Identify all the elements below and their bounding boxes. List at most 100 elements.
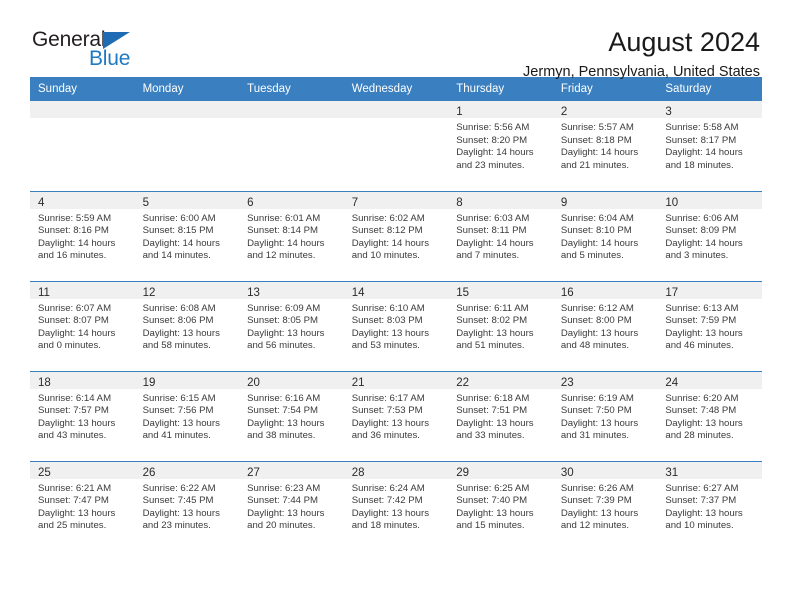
sunset-text: Sunset: 7:37 PM (665, 495, 737, 507)
day-number-bar: 25 (30, 461, 135, 479)
calendar-week-row: 11 Sunrise: 6:07 AM Sunset: 8:07 PM Dayligh… (30, 280, 762, 371)
calendar-day-cell[interactable]: 27 Sunrise: 6:23 AM Sunset: 7:44 PM Dayligh… (239, 460, 344, 551)
calendar-day-cell[interactable]: 31 Sunrise: 6:27 AM Sunset: 7:37 PM Dayligh… (657, 460, 762, 551)
sunset-text: Sunset: 8:03 PM (351, 315, 423, 327)
daylight-text-line2: and 56 minutes. (247, 340, 316, 352)
logo-text-blue: Blue (89, 47, 131, 70)
calendar-day-cell[interactable]: 2 Sunrise: 5:57 AM Sunset: 8:18 PM Daylight… (552, 101, 658, 191)
calendar-day-cell[interactable]: 15 Sunrise: 6:11 AM Sunset: 8:02 PM Dayligh… (448, 280, 553, 371)
daylight-text-line1: Daylight: 13 hours (560, 417, 639, 429)
calendar-day-cell[interactable]: 3 Sunrise: 5:58 AM Sunset: 8:17 PM Daylight… (657, 101, 762, 191)
calendar-page: General Blue August 2024 Jermyn, Pennsyl… (0, 0, 792, 612)
calendar-day-cell[interactable]: 25 Sunrise: 6:21 AM Sunset: 7:47 PM Dayligh… (30, 460, 135, 551)
calendar-day-cell[interactable]: 1 Sunrise: 5:56 AM Sunset: 8:20 PM Daylight… (448, 101, 553, 191)
calendar-day-cell[interactable]: 5 Sunrise: 6:00 AM Sunset: 8:15 PM Daylight… (134, 190, 240, 281)
day-cell-inner: 10 Sunrise: 6:06 AM Sunset: 8:09 PM Dayligh… (657, 191, 762, 281)
daylight-text-line2: and 15 minutes. (456, 520, 525, 532)
calendar-day-cell[interactable]: 9 Sunrise: 6:04 AM Sunset: 8:10 PM Daylight… (552, 190, 658, 281)
daylight-text-line1: Daylight: 14 hours (38, 327, 116, 339)
day-sun-info: Sunrise: 6:12 AM Sunset: 8:00 PM Daylight:… (553, 299, 658, 353)
calendar-day-cell[interactable]: 24 Sunrise: 6:20 AM Sunset: 7:48 PM Dayligh… (657, 370, 762, 461)
calendar-day-cell[interactable] (30, 101, 135, 191)
day-number: 20 (247, 376, 260, 389)
day-cell-inner: 9 Sunrise: 6:04 AM Sunset: 8:10 PM Daylight… (552, 191, 658, 281)
calendar-day-cell[interactable]: 14 Sunrise: 6:10 AM Sunset: 8:03 PM Dayligh… (343, 280, 449, 371)
day-sun-info: Sunrise: 6:02 AM Sunset: 8:12 PM Daylight:… (344, 209, 449, 263)
day-cell-inner: 3 Sunrise: 5:58 AM Sunset: 8:17 PM Daylight… (657, 101, 762, 190)
day-number: 11 (38, 286, 50, 299)
sunset-text: Sunset: 8:09 PM (665, 225, 737, 237)
daylight-text-line2: and 25 minutes. (38, 520, 107, 532)
sunrise-text: Sunrise: 6:24 AM (351, 482, 425, 494)
day-number-bar: 20 (239, 371, 344, 389)
sunrise-text: Sunrise: 6:02 AM (351, 212, 425, 224)
calendar-day-cell[interactable]: 29 Sunrise: 6:25 AM Sunset: 7:40 PM Dayligh… (448, 460, 553, 551)
daylight-text-line1: Daylight: 14 hours (665, 147, 743, 159)
day-sun-info: Sunrise: 6:03 AM Sunset: 8:11 PM Daylight:… (448, 209, 553, 263)
daylight-text-line2: and 18 minutes. (351, 520, 420, 532)
calendar-day-cell[interactable]: 7 Sunrise: 6:02 AM Sunset: 8:12 PM Daylight… (343, 190, 449, 281)
calendar-day-cell[interactable]: 6 Sunrise: 6:01 AM Sunset: 8:14 PM Daylight… (239, 190, 344, 281)
calendar-day-cell[interactable]: 18 Sunrise: 6:14 AM Sunset: 7:57 PM Dayligh… (30, 370, 135, 461)
calendar-day-cell[interactable]: 13 Sunrise: 6:09 AM Sunset: 8:05 PM Dayligh… (239, 280, 344, 371)
day-number-bar: 24 (657, 371, 762, 389)
title-block: August 2024 Jermyn, Pennsylvania, United… (523, 26, 762, 82)
daylight-text-line1: Daylight: 14 hours (142, 237, 220, 249)
daylight-text-line1: Daylight: 13 hours (351, 507, 430, 519)
day-number-bar: 7 (343, 191, 449, 209)
sunrise-text: Sunrise: 6:00 AM (142, 212, 216, 224)
sunset-text: Sunset: 8:05 PM (247, 315, 319, 327)
calendar-day-cell[interactable]: 12 Sunrise: 6:08 AM Sunset: 8:06 PM Dayligh… (134, 280, 240, 371)
sunrise-text: Sunrise: 6:25 AM (456, 482, 530, 494)
calendar-day-cell[interactable]: 16 Sunrise: 6:12 AM Sunset: 8:00 PM Dayligh… (552, 280, 658, 371)
calendar-day-cell[interactable] (343, 101, 449, 191)
calendar-day-cell[interactable]: 4 Sunrise: 5:59 AM Sunset: 8:16 PM Daylight… (30, 190, 135, 281)
generalblue-logo[interactable]: General Blue (30, 26, 150, 76)
day-number-bar: 4 (30, 191, 135, 209)
calendar-day-cell[interactable]: 22 Sunrise: 6:18 AM Sunset: 7:51 PM Dayligh… (448, 370, 553, 461)
calendar-day-cell[interactable]: 23 Sunrise: 6:19 AM Sunset: 7:50 PM Dayligh… (552, 370, 658, 461)
calendar-day-cell[interactable] (239, 101, 344, 191)
day-number-bar (343, 101, 449, 118)
calendar-day-cell[interactable]: 21 Sunrise: 6:17 AM Sunset: 7:53 PM Dayligh… (343, 370, 449, 461)
daylight-text-line1: Daylight: 13 hours (142, 327, 220, 339)
daylight-text-line1: Daylight: 13 hours (560, 327, 639, 339)
day-sun-info: Sunrise: 5:57 AM Sunset: 8:18 PM Daylight:… (553, 118, 658, 172)
daylight-text-line2: and 5 minutes. (560, 250, 624, 262)
sunset-text: Sunset: 8:07 PM (38, 315, 109, 327)
day-number-bar: 21 (343, 371, 449, 389)
calendar-day-cell[interactable]: 10 Sunrise: 6:06 AM Sunset: 8:09 PM Dayligh… (657, 190, 762, 281)
sunrise-text: Sunrise: 5:58 AM (665, 122, 739, 133)
day-number-bar: 27 (239, 461, 344, 479)
calendar-day-cell[interactable]: 19 Sunrise: 6:15 AM Sunset: 7:56 PM Dayligh… (134, 370, 240, 461)
calendar-day-cell[interactable]: 26 Sunrise: 6:22 AM Sunset: 7:45 PM Dayligh… (134, 460, 240, 551)
day-number: 24 (665, 376, 679, 389)
calendar-day-cell[interactable]: 28 Sunrise: 6:24 AM Sunset: 7:42 PM Dayligh… (343, 460, 449, 551)
day-cell-inner: 17 Sunrise: 6:13 AM Sunset: 7:59 PM Dayligh… (657, 281, 762, 371)
day-cell-inner: 13 Sunrise: 6:09 AM Sunset: 8:05 PM Dayligh… (239, 281, 344, 371)
daylight-text-line2: and 0 minutes. (38, 340, 101, 352)
day-number: 18 (38, 376, 51, 389)
sunset-text: Sunset: 7:39 PM (560, 495, 632, 507)
calendar-day-cell[interactable]: 30 Sunrise: 6:26 AM Sunset: 7:39 PM Dayligh… (552, 460, 658, 551)
day-cell-inner: 19 Sunrise: 6:15 AM Sunset: 7:56 PM Dayligh… (134, 371, 240, 461)
sunrise-text: Sunrise: 6:07 AM (38, 302, 112, 314)
day-number: 1 (456, 106, 463, 118)
sunset-text: Sunset: 7:40 PM (456, 495, 528, 507)
daylight-text-line2: and 18 minutes. (665, 159, 734, 171)
calendar-day-cell[interactable]: 8 Sunrise: 6:03 AM Sunset: 8:11 PM Daylight… (448, 190, 553, 281)
daylight-text-line2: and 58 minutes. (142, 340, 211, 352)
daylight-text-line2: and 46 minutes. (665, 340, 734, 352)
day-sun-info: Sunrise: 6:22 AM Sunset: 7:45 PM Daylight:… (135, 479, 240, 533)
calendar-day-cell[interactable] (134, 101, 240, 191)
day-sun-info: Sunrise: 6:23 AM Sunset: 7:44 PM Daylight:… (239, 479, 344, 533)
calendar-day-cell[interactable]: 11 Sunrise: 6:07 AM Sunset: 8:07 PM Dayligh… (30, 280, 135, 371)
daylight-text-line2: and 51 minutes. (456, 340, 525, 352)
sunrise-text: Sunrise: 5:57 AM (560, 122, 634, 133)
calendar-day-cell[interactable]: 20 Sunrise: 6:16 AM Sunset: 7:54 PM Dayligh… (239, 370, 344, 461)
daylight-text-line1: Daylight: 13 hours (456, 507, 534, 519)
calendar-day-cell[interactable]: 17 Sunrise: 6:13 AM Sunset: 7:59 PM Dayligh… (657, 280, 762, 371)
day-number-bar: 22 (448, 371, 553, 389)
sunset-text: Sunset: 8:17 PM (665, 134, 737, 146)
day-number: 22 (456, 376, 470, 389)
